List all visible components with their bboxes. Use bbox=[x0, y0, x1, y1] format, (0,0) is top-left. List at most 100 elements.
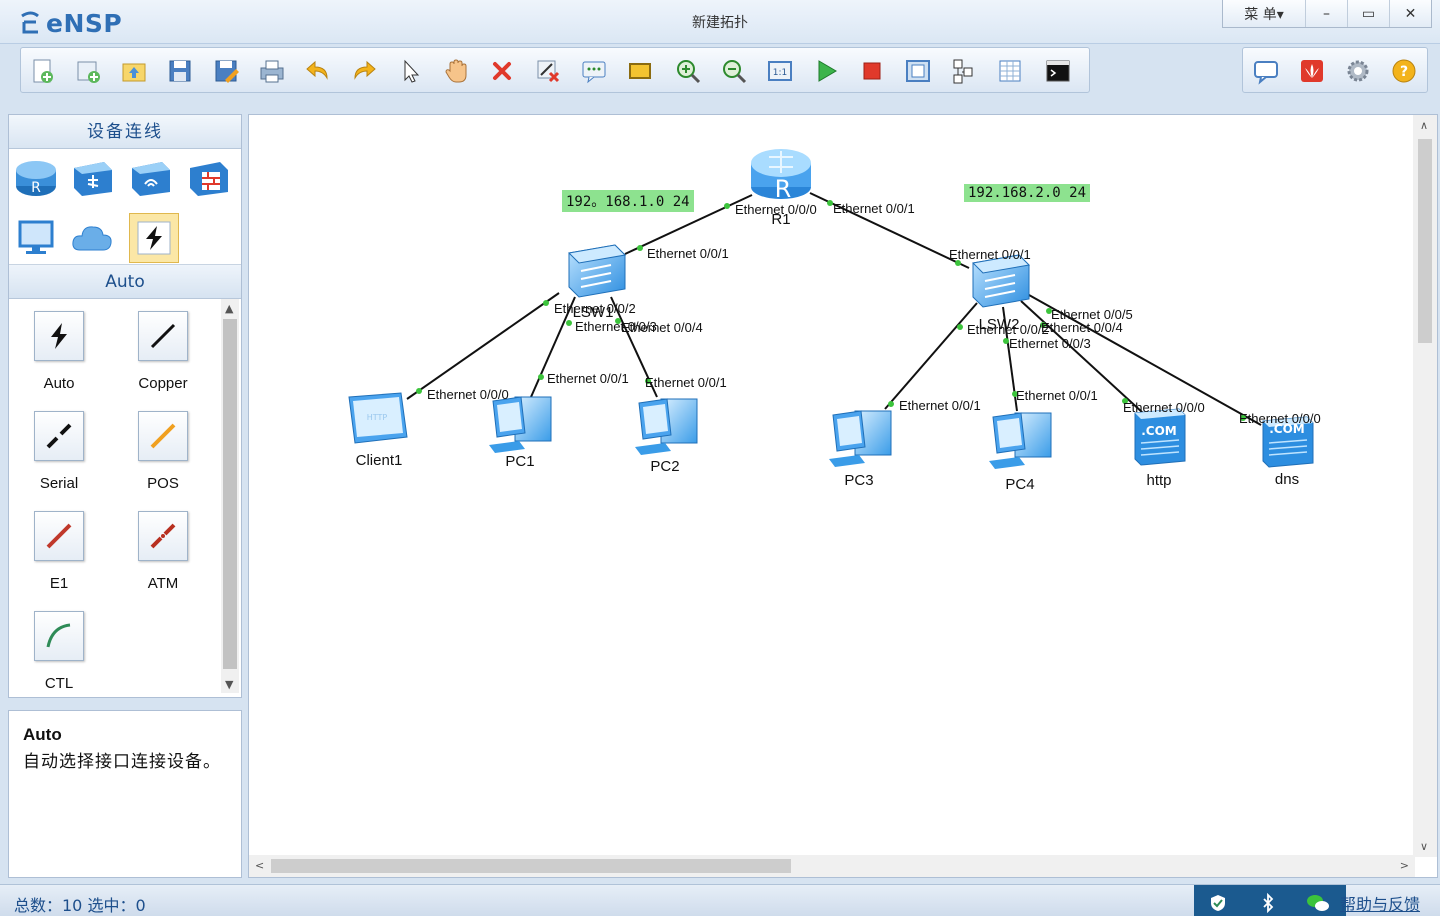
cable-e1[interactable]: E1 bbox=[19, 511, 99, 592]
canvas-vertical-scrollbar[interactable]: ∧ ∨ bbox=[1413, 115, 1437, 857]
router-icon[interactable]: R bbox=[13, 155, 59, 201]
router-r1[interactable]: R bbox=[751, 149, 811, 203]
wlan-icon[interactable] bbox=[127, 155, 173, 201]
bluetooth-icon[interactable] bbox=[1260, 893, 1276, 913]
auto-link-icon[interactable] bbox=[129, 213, 179, 263]
close-button[interactable]: ✕ bbox=[1389, 0, 1431, 27]
minimize-button[interactable]: – bbox=[1305, 0, 1347, 27]
zoom-out-icon[interactable] bbox=[719, 56, 749, 86]
title-bar: eNSP 新建拓扑 菜 单▾ – ▭ ✕ bbox=[0, 0, 1440, 44]
device-category-grid: R bbox=[9, 149, 241, 265]
device-panel: 设备连线 R Auto Auto Copper Serial POS E1 AT… bbox=[8, 114, 242, 698]
pc-pc4[interactable] bbox=[989, 412, 1052, 469]
scroll-down-icon[interactable]: ▼ bbox=[225, 678, 233, 691]
new-topology-icon[interactable] bbox=[27, 56, 57, 86]
new-example-icon[interactable] bbox=[73, 56, 103, 86]
delete-link-icon[interactable] bbox=[533, 56, 563, 86]
topology-icon[interactable] bbox=[949, 56, 979, 86]
description-panel: Auto 自动选择接口连接设备。 bbox=[8, 710, 242, 878]
save-icon[interactable] bbox=[165, 56, 195, 86]
select-pointer-icon[interactable] bbox=[395, 56, 425, 86]
app-logo: eNSP bbox=[18, 8, 122, 38]
wechat-icon[interactable] bbox=[1306, 893, 1330, 913]
ensp-logo-icon bbox=[21, 11, 39, 34]
undo-icon[interactable] bbox=[303, 56, 333, 86]
device-name: dns bbox=[1275, 471, 1299, 488]
print-icon[interactable] bbox=[257, 56, 287, 86]
pc-pc1[interactable] bbox=[489, 396, 552, 453]
port-label: Ethernet 0/0/1 bbox=[645, 375, 727, 390]
grid-icon[interactable] bbox=[995, 56, 1025, 86]
save-as-icon[interactable] bbox=[211, 56, 241, 86]
scroll-down-icon[interactable]: ∨ bbox=[1420, 840, 1428, 853]
scroll-left-icon[interactable]: < bbox=[255, 859, 264, 872]
copper-cable-icon bbox=[138, 311, 188, 361]
text-annotation-icon[interactable] bbox=[579, 56, 609, 86]
delete-icon[interactable] bbox=[487, 56, 517, 86]
device-name: PC4 bbox=[1005, 476, 1034, 493]
start-device-icon[interactable] bbox=[811, 56, 841, 86]
system-tray bbox=[1194, 885, 1346, 916]
scroll-thumb[interactable] bbox=[1418, 139, 1432, 343]
cable-auto[interactable]: Auto bbox=[19, 311, 99, 392]
fit-view-icon[interactable]: 1:1 bbox=[765, 56, 795, 86]
scroll-up-icon[interactable]: ▲ bbox=[225, 302, 233, 315]
pc-pc2[interactable] bbox=[635, 398, 698, 455]
cable-label: ATM bbox=[147, 575, 179, 592]
console-icon[interactable] bbox=[1043, 56, 1073, 86]
rectangle-icon[interactable] bbox=[625, 56, 655, 86]
ip-label-lsw2[interactable]: 192.168.2.0 24 bbox=[964, 184, 1091, 202]
shield-icon[interactable] bbox=[1208, 893, 1228, 913]
port-label: Ethernet 0/0/2 bbox=[967, 322, 1049, 337]
chat-icon[interactable] bbox=[1251, 56, 1281, 86]
switch-icon[interactable] bbox=[69, 155, 115, 201]
pc-pc3[interactable] bbox=[829, 410, 892, 467]
open-icon[interactable] bbox=[119, 56, 149, 86]
ip-label-lsw1[interactable]: 192。168.1.0 24 bbox=[562, 190, 694, 212]
cable-list-scrollbar[interactable]: ▲ ▼ bbox=[221, 299, 239, 693]
cable-serial[interactable]: Serial bbox=[19, 411, 99, 492]
help-icon[interactable]: ? bbox=[1389, 56, 1419, 86]
server-http[interactable]: .COM bbox=[1134, 408, 1186, 466]
switch-lsw2[interactable] bbox=[971, 254, 1031, 308]
scroll-up-icon[interactable]: ∧ bbox=[1420, 119, 1428, 132]
device-name: PC3 bbox=[844, 472, 873, 489]
cable-ctl[interactable]: CTL bbox=[19, 611, 99, 692]
help-feedback-link[interactable]: 帮助与反馈 bbox=[1340, 891, 1420, 915]
settings-gear-icon[interactable] bbox=[1343, 56, 1373, 86]
menu-button[interactable]: 菜 单▾ bbox=[1223, 0, 1305, 27]
port-label: Ethernet 0/0/1 bbox=[833, 201, 915, 216]
stop-device-icon[interactable] bbox=[857, 56, 887, 86]
router-r-glyph: R bbox=[775, 175, 792, 203]
switch-lsw1[interactable] bbox=[567, 244, 627, 298]
pan-hand-icon[interactable] bbox=[441, 56, 471, 86]
pc-icon[interactable] bbox=[13, 215, 59, 261]
scroll-thumb[interactable] bbox=[223, 319, 237, 669]
description-text: 自动选择接口连接设备。 bbox=[23, 752, 221, 772]
scroll-right-icon[interactable]: > bbox=[1400, 859, 1409, 872]
port-label: Ethernet 0/0/4 bbox=[1041, 320, 1123, 335]
maximize-button[interactable]: ▭ bbox=[1347, 0, 1389, 27]
svg-text:?: ? bbox=[1400, 64, 1408, 80]
port-label: Ethernet 0/0/1 bbox=[547, 371, 629, 386]
svg-text:R: R bbox=[31, 180, 41, 196]
port-label: Ethernet 0/0/0 bbox=[735, 202, 817, 217]
firewall-icon[interactable] bbox=[185, 155, 231, 201]
huawei-icon[interactable] bbox=[1297, 56, 1327, 86]
topology-canvas[interactable]: R HTTP .COM .COM R1 LSW1 LSW2 Client1 PC… bbox=[248, 114, 1438, 878]
scroll-thumb[interactable] bbox=[271, 859, 791, 873]
link-lsw2-pc3[interactable] bbox=[884, 302, 978, 410]
cloud-icon[interactable] bbox=[69, 215, 115, 261]
capture-icon[interactable] bbox=[903, 56, 933, 86]
auto-cable-icon bbox=[34, 311, 84, 361]
cable-atm[interactable]: ATM bbox=[123, 511, 203, 592]
cable-pos[interactable]: POS bbox=[123, 411, 203, 492]
zoom-in-icon[interactable] bbox=[673, 56, 703, 86]
topology-diagram[interactable]: R HTTP .COM .COM R1 LSW1 LSW2 Client1 PC… bbox=[249, 115, 1415, 857]
redo-icon[interactable] bbox=[349, 56, 379, 86]
cable-copper[interactable]: Copper bbox=[123, 311, 203, 392]
canvas-horizontal-scrollbar[interactable]: < > bbox=[249, 855, 1415, 877]
client-client1[interactable]: HTTP bbox=[348, 392, 408, 444]
status-bar: 总数：10 选中：0 帮助与反馈 bbox=[0, 884, 1440, 916]
client-http-glyph: HTTP bbox=[367, 413, 388, 422]
